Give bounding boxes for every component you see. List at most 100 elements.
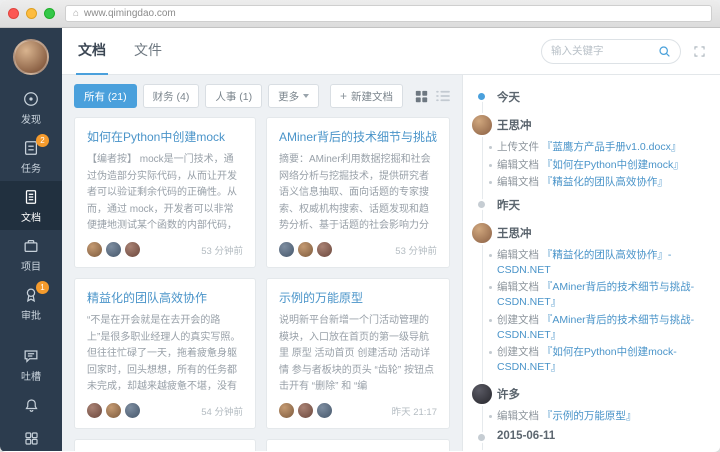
approvals-badge: 1	[36, 281, 49, 294]
activity-doc-link[interactable]: 『示例的万能原型』	[542, 410, 637, 422]
activity-date-label: 2015-06-11	[497, 430, 555, 442]
bullet-icon	[489, 254, 492, 257]
document-card-title[interactable]: 精益化的团队高效协作	[87, 289, 243, 306]
document-card[interactable]: 精益化的团队高效协作 “不是在开会就是在去开会的路上”是很多职业经理人的真实写照…	[74, 278, 256, 429]
bullet-icon	[489, 164, 492, 167]
new-document-button[interactable]: + 新建文档	[330, 84, 403, 108]
activity-item: 编辑文档 『示例的万能原型』	[463, 409, 712, 424]
url-text: www.qimingdao.com	[84, 8, 176, 19]
document-card[interactable]: 什么是快速排序	[74, 439, 256, 451]
document-card-title[interactable]: 如何在Python中创建mock	[87, 128, 243, 145]
activity-action: 编辑文档	[497, 249, 539, 261]
browser-window: ⌂ www.qimingdao.com 发现 2 任务	[0, 0, 720, 452]
documents-area: 所有 (21) 财务 (4) 人事 (1) 更多	[62, 75, 462, 451]
apps-grid-button[interactable]	[0, 422, 62, 451]
activity-timeline: 今天 王思冲 上传文件 『蓝鹰方产品手册v1.0.docx』	[463, 89, 712, 451]
grid-view-icon[interactable]	[415, 90, 428, 103]
filter-hr-button[interactable]: 人事 (1)	[205, 84, 262, 108]
app-shell: 发现 2 任务 文档 项目	[0, 28, 720, 451]
bullet-icon	[489, 351, 492, 354]
activity-date-label: 昨天	[497, 200, 520, 212]
avatar[interactable]	[470, 113, 494, 137]
activity-action: 创建文档	[497, 346, 539, 358]
bullet-icon	[489, 146, 492, 149]
document-card-title[interactable]: AMiner背后的技术细节与挑战	[279, 128, 437, 145]
activity-action: 上传文件	[497, 141, 539, 153]
list-view-icon[interactable]	[436, 90, 450, 102]
filter-more-button[interactable]: 更多	[268, 84, 319, 108]
sidebar-item-projects[interactable]: 项目	[0, 230, 62, 279]
activity-user-name[interactable]: 王思冲	[497, 225, 532, 241]
filter-label: 人事 (1)	[215, 89, 252, 104]
sidebar-item-label: 发现	[21, 111, 41, 126]
document-card-time: 53 分钟前	[201, 243, 243, 257]
activity-item: 创建文档 『如何在Python中创建mock-CSDN.NET』	[463, 345, 712, 374]
bullet-icon	[489, 415, 492, 418]
document-card[interactable]: 示例的万能原型 说明新平台新增一个门活动管理的模块，入口放在首页的第一级导航里 …	[266, 278, 450, 429]
avatar	[279, 242, 294, 257]
document-card-excerpt: 说明新平台新增一个门活动管理的模块，入口放在首页的第一级导航里 原型 活动首页 …	[279, 313, 437, 395]
sidebar-item-tasks[interactable]: 2 任务	[0, 132, 62, 181]
activity-item: 上传文件 『蓝鹰方产品手册v1.0.docx』	[463, 140, 712, 155]
document-card-excerpt: “不是在开会就是在去开会的路上”是很多职业经理人的真实写照。但往往忙碌了一天，拖…	[87, 313, 243, 395]
document-card-footer: 昨天 21:17	[279, 403, 437, 418]
tab-files[interactable]: 文件	[132, 28, 164, 75]
sidebar-item-discover[interactable]: 发现	[0, 83, 62, 132]
avatar	[87, 403, 102, 418]
document-card-title[interactable]: 什么是快速排序	[87, 450, 243, 451]
browser-chrome: ⌂ www.qimingdao.com	[0, 0, 720, 28]
search-icon[interactable]	[658, 45, 671, 58]
document-icon	[22, 188, 40, 206]
activity-user-name[interactable]: 许多	[497, 386, 520, 402]
sidebar-item-approvals[interactable]: 1 审批	[0, 279, 62, 328]
close-button[interactable]	[8, 8, 19, 19]
minimize-button[interactable]	[26, 8, 37, 19]
user-avatar[interactable]	[13, 39, 49, 75]
main-content: 文档 文件	[62, 28, 720, 451]
activity-doc-link[interactable]: 『精益化的团队高效协作』	[542, 176, 668, 188]
document-card[interactable]: 常用Js	[266, 439, 450, 451]
document-card-title[interactable]: 示例的万能原型	[279, 289, 437, 306]
filter-toolbar: 所有 (21) 财务 (4) 人事 (1) 更多	[74, 84, 450, 108]
avatar[interactable]	[470, 382, 494, 406]
activity-item: 创建文档 『AMiner背后的技术细节与挑战-CSDN.NET』	[463, 313, 712, 342]
activity-date-group: 今天	[463, 89, 712, 105]
chevron-down-icon	[303, 94, 309, 98]
window-controls	[8, 8, 55, 19]
document-card[interactable]: 如何在Python中创建mock 【编者按】 mock是一门技术，通过伪造部分实…	[74, 117, 256, 268]
sidebar-item-documents[interactable]: 文档	[0, 181, 62, 230]
search-box	[541, 39, 681, 64]
fullscreen-button[interactable]	[44, 8, 55, 19]
view-toggles	[415, 90, 450, 103]
activity-doc-link[interactable]: 『如何在Python中创建mock』	[542, 159, 684, 171]
bullet-icon	[489, 319, 492, 322]
activity-date-label: 今天	[497, 92, 520, 104]
activity-entry: 王思冲 上传文件 『蓝鹰方产品手册v1.0.docx』 编辑文档 『如何在Pyt…	[463, 113, 712, 190]
activity-action: 编辑文档	[497, 159, 539, 171]
tab-documents[interactable]: 文档	[76, 28, 108, 75]
document-card-footer: 53 分钟前	[87, 242, 243, 257]
document-card-title[interactable]: 常用Js	[279, 450, 437, 451]
sidebar-item-label: 文档	[21, 209, 41, 224]
activity-doc-link[interactable]: 『蓝鹰方产品手册v1.0.docx』	[542, 141, 681, 153]
address-bar[interactable]: ⌂ www.qimingdao.com	[65, 5, 712, 22]
activity-item: 编辑文档 『AMiner背后的技术细节与挑战-CSDN.NET』	[463, 280, 712, 309]
activity-panel: 今天 王思冲 上传文件 『蓝鹰方产品手册v1.0.docx』	[462, 75, 720, 451]
notifications-button[interactable]	[0, 389, 62, 422]
activity-action: 编辑文档	[497, 410, 539, 422]
speech-bubble-icon	[22, 347, 40, 365]
document-card[interactable]: AMiner背后的技术细节与挑战 摘要：AMiner利用数据挖掘和社会网络分析与…	[266, 117, 450, 268]
expand-icon[interactable]	[693, 45, 706, 58]
sidebar-item-feedback[interactable]: 吐槽	[0, 340, 62, 389]
activity-entry-head: 许多	[463, 382, 712, 406]
filter-all-button[interactable]: 所有 (21)	[74, 84, 137, 108]
filter-label: 所有 (21)	[84, 89, 127, 104]
activity-user-name[interactable]: 王思冲	[497, 117, 532, 133]
timeline-dot	[476, 199, 487, 210]
avatar[interactable]	[470, 450, 494, 451]
avatar[interactable]	[470, 221, 494, 245]
tasks-badge: 2	[36, 134, 49, 147]
search-input[interactable]	[551, 45, 658, 57]
avatar	[298, 403, 313, 418]
filter-finance-button[interactable]: 财务 (4)	[143, 84, 200, 108]
